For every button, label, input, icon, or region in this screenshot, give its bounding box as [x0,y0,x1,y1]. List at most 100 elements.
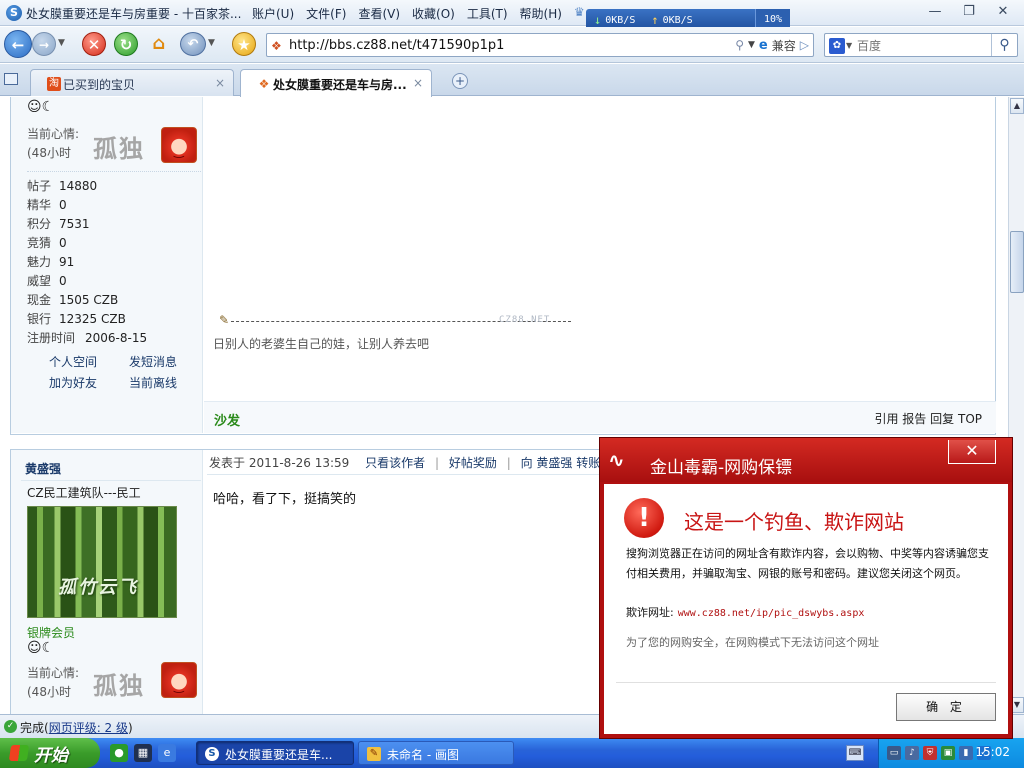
personal-space-link[interactable]: 个人空间 [49,353,129,370]
author-avatar[interactable]: 孤竹云飞 [27,506,177,618]
menu-tools[interactable]: 工具(T) [467,5,508,22]
restore-closed-tab-button[interactable]: ↶ [180,32,206,56]
upload-speed: 0KB/S [662,14,693,26]
clock[interactable]: 15:02 [975,745,1010,759]
transfer-link[interactable]: 向 黄盛强 转账 [521,456,601,470]
taskbar-item-browser[interactable]: S 处女膜重要还是车... [196,741,354,765]
paint-icon: ✎ [367,747,381,761]
menu-file[interactable]: 文件(F) [306,5,346,22]
fraud-url-row: 欺诈网址: www.cz88.net/ip/pic_dswybs.aspx [626,604,864,620]
home-button[interactable]: ⌂ [146,32,172,56]
baidu-paw-icon[interactable]: ✿ [829,38,845,54]
search-input[interactable] [857,37,987,55]
tool-icon[interactable]: ⚲ [735,38,744,52]
reward-link[interactable]: 好帖奖励 [449,456,497,470]
confirm-button[interactable]: 确 定 [896,693,996,721]
restore-dropdown-icon[interactable]: ▼ [208,38,215,48]
fraud-url-label: 欺诈网址: [626,606,674,619]
page-rating-link[interactable]: 网页评级: 2 级 [49,721,128,735]
quick-launch-icon[interactable]: e [158,744,176,762]
skin-icon[interactable]: ♛ [574,5,585,22]
dialog-body: ! 这是一个钓鱼、欺诈网站 搜狗浏览器正在访问的网址含有欺诈内容，会以购物、中奖… [604,484,1008,734]
url-input[interactable] [289,36,689,54]
address-bar[interactable]: ❖ ⚲ ▼ e 兼容 ▷ [266,33,814,57]
author-name[interactable]: 黄盛强 [25,460,61,477]
scroll-up-icon[interactable]: ▲ [1010,98,1024,114]
close-tab-icon[interactable]: × [413,76,423,90]
antivirus-icon[interactable]: ⛨ [923,746,937,760]
post-body: 哈哈，看了下，挺搞笑的 [213,492,357,507]
ie-compat-icon[interactable]: e [759,38,768,53]
quote-link[interactable]: 引用 [874,412,898,426]
mood-text: 孤独 [93,672,145,700]
dropdown-icon[interactable]: ▼ [748,40,755,50]
start-button[interactable]: 开始 [0,738,100,768]
new-tab-button[interactable]: + [452,73,468,89]
status-text: 完成(网页评级: 2 级) [20,721,133,735]
post-footer: 沙发 引用 报告 回复 TOP [204,401,996,433]
mood-avatar-icon [161,662,197,698]
add-friend-link[interactable]: 加为好友 [49,374,129,391]
tab-purchased-items[interactable]: 淘 已买到的宝贝 × [30,69,234,96]
search-icon[interactable]: ⚲ [991,34,1017,56]
windows-flag-icon [8,745,30,761]
search-box[interactable]: ✿ ▼ ⚲ [824,33,1018,57]
dialog-close-button[interactable]: ✕ [948,440,996,464]
tab-label: 已买到的宝贝 [63,78,136,92]
keyboard-icon[interactable]: ⌨ [846,745,864,761]
signature-watermark: CZ88.NET [499,315,551,325]
close-tab-icon[interactable]: × [215,76,225,90]
close-window-button[interactable]: ✕ [988,2,1018,22]
divider [616,682,996,683]
mood-avatar-icon [161,127,197,163]
dialog-title: 金山毒霸-网购保镖 [650,458,793,478]
history-dropdown-icon[interactable]: ▼ [58,38,65,48]
only-author-link[interactable]: 只看该作者 [365,456,425,470]
menu-help[interactable]: 帮助(H) [520,5,562,22]
stop-button[interactable]: ✕ [82,32,106,56]
navigation-toolbar: ← → ▼ ✕ ↻ ⌂ ↶ ▼ ★ ❖ ⚲ ▼ e 兼容 ▷ ✿ ▼ ⚲ [0,27,1024,63]
top-link[interactable]: TOP [958,412,982,426]
battery-icon[interactable]: ▮ [959,746,973,760]
app-tray-icon[interactable]: ▣ [941,746,955,760]
pencil-icon: ✎ [219,313,230,327]
forward-button[interactable]: → [32,32,56,56]
search-engine-dropdown-icon[interactable]: ▼ [846,41,852,50]
post-timestamp: 发表于 2011-8-26 13:59 [209,456,350,470]
menu-favorites[interactable]: 收藏(O) [412,5,455,22]
warning-note: 为了您的网购安全，在网购模式下无法访问这个网址 [626,636,879,649]
tab-label: 处女膜重要还是车与房... [273,78,407,92]
task-label: 未命名 - 画图 [387,748,459,762]
stat-guess: 竞猜 0 [27,236,67,250]
sogou-browser-icon: S [6,5,22,21]
go-icon[interactable]: ▷ [800,38,809,52]
task-label: 处女膜重要还是车... [225,748,333,762]
window-title: 处女膜重要还是车与房重要 - 十百家茶... [26,7,242,21]
reply-link[interactable]: 回复 [930,412,954,426]
menu-view[interactable]: 查看(V) [358,5,400,22]
stat-posts: 帖子 14880 [27,179,98,193]
quick-launch-icon[interactable]: ● [110,744,128,762]
maximize-button[interactable]: ❐ [954,2,984,22]
tab-forum-thread[interactable]: ❖ 处女膜重要还是车与房... × [240,69,432,97]
network-icon[interactable]: ▭ [887,746,901,760]
send-message-link[interactable]: 发短消息 [129,353,209,370]
report-link[interactable]: 报告 [902,412,926,426]
scroll-thumb[interactable] [1010,231,1024,293]
stat-prestige: 威望 0 [27,274,67,288]
forum-favicon-icon: ❖ [258,77,270,91]
volume-icon[interactable]: ♪ [905,746,919,760]
avatar-caption: 孤竹云飞 [58,577,138,598]
sidebar-toggle-icon[interactable] [4,73,18,85]
site-favicon-icon: ❖ [271,39,282,53]
quick-launch-icon[interactable]: ▦ [134,744,152,762]
back-button[interactable]: ← [4,30,32,58]
favorites-star-button[interactable]: ★ [232,32,256,56]
member-rank: 银牌会员 [27,626,76,640]
refresh-button[interactable]: ↻ [114,32,138,56]
minimize-button[interactable]: — [920,2,950,22]
compat-mode-label[interactable]: 兼容 [772,37,796,54]
taskbar-item-paint[interactable]: ✎ 未命名 - 画图 [358,741,514,765]
online-status: 当前离线 [129,376,178,390]
menu-account[interactable]: 账户(U) [252,5,294,22]
